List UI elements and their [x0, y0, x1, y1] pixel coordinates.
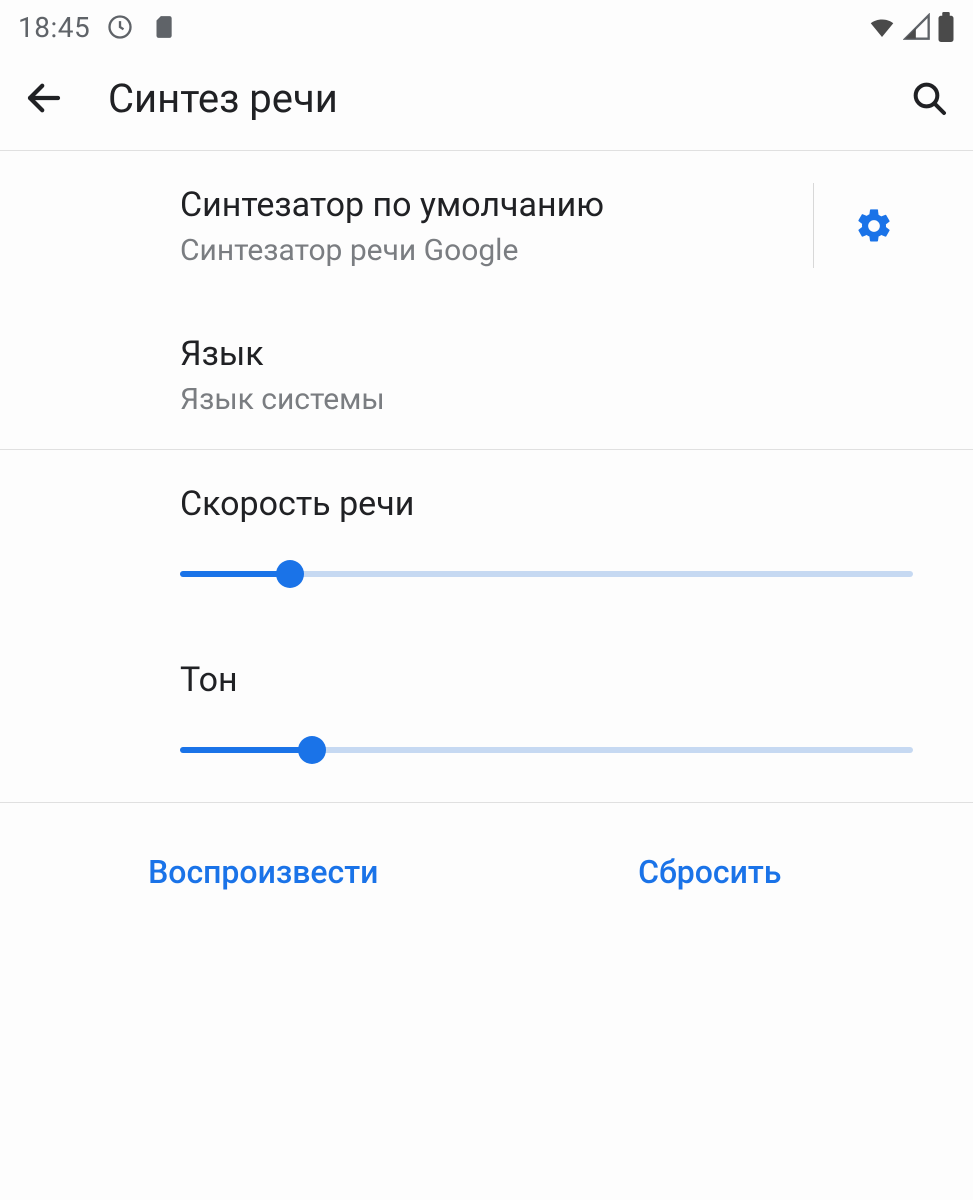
slider-label: Скорость речи: [180, 484, 913, 524]
slider-thumb[interactable]: [298, 736, 326, 764]
slider-thumb[interactable]: [276, 560, 304, 588]
reset-button[interactable]: Сбросить: [487, 843, 934, 901]
sd-card-icon: [150, 14, 176, 40]
back-button[interactable]: [20, 74, 68, 122]
slider-fill: [180, 747, 312, 753]
setting-row-language[interactable]: Язык Язык системы: [0, 300, 973, 449]
gear-icon: [854, 206, 894, 246]
status-time: 18:45: [18, 11, 90, 44]
setting-title: Язык: [180, 332, 933, 376]
play-button[interactable]: Воспроизвести: [40, 843, 487, 901]
settings-list: Синтезатор по умолчанию Синтезатор речи …: [0, 151, 973, 901]
pitch-slider[interactable]: [180, 736, 913, 764]
setting-subtitle: Синтезатор речи Google: [180, 233, 813, 268]
engine-settings-button[interactable]: [813, 183, 933, 268]
wifi-icon: [867, 12, 897, 42]
slider-block-rate: Скорость речи: [0, 450, 973, 626]
slider-block-pitch: Тон: [0, 626, 973, 802]
battery-icon: [937, 12, 955, 42]
setting-subtitle: Язык системы: [180, 382, 933, 417]
search-icon: [909, 78, 949, 118]
setting-title: Синтезатор по умолчанию: [180, 183, 813, 227]
setting-row-main: Язык Язык системы: [180, 332, 933, 417]
speech-rate-slider[interactable]: [180, 560, 913, 588]
arrow-left-icon: [23, 77, 65, 119]
slider-fill: [180, 571, 290, 577]
setting-row-engine[interactable]: Синтезатор по умолчанию Синтезатор речи …: [0, 151, 973, 300]
page-title: Синтез речи: [108, 75, 865, 122]
status-bar-right: [867, 12, 955, 42]
status-bar-left: 18:45: [18, 11, 176, 44]
app-bar: Синтез речи: [0, 50, 973, 151]
cell-signal-icon: [903, 13, 931, 41]
setting-row-main: Синтезатор по умолчанию Синтезатор речи …: [180, 183, 813, 268]
status-bar: 18:45: [0, 0, 973, 50]
slider-label: Тон: [180, 660, 913, 700]
clock-outline-icon: [106, 13, 134, 41]
action-row: Воспроизвести Сбросить: [0, 802, 973, 901]
search-button[interactable]: [905, 74, 953, 122]
